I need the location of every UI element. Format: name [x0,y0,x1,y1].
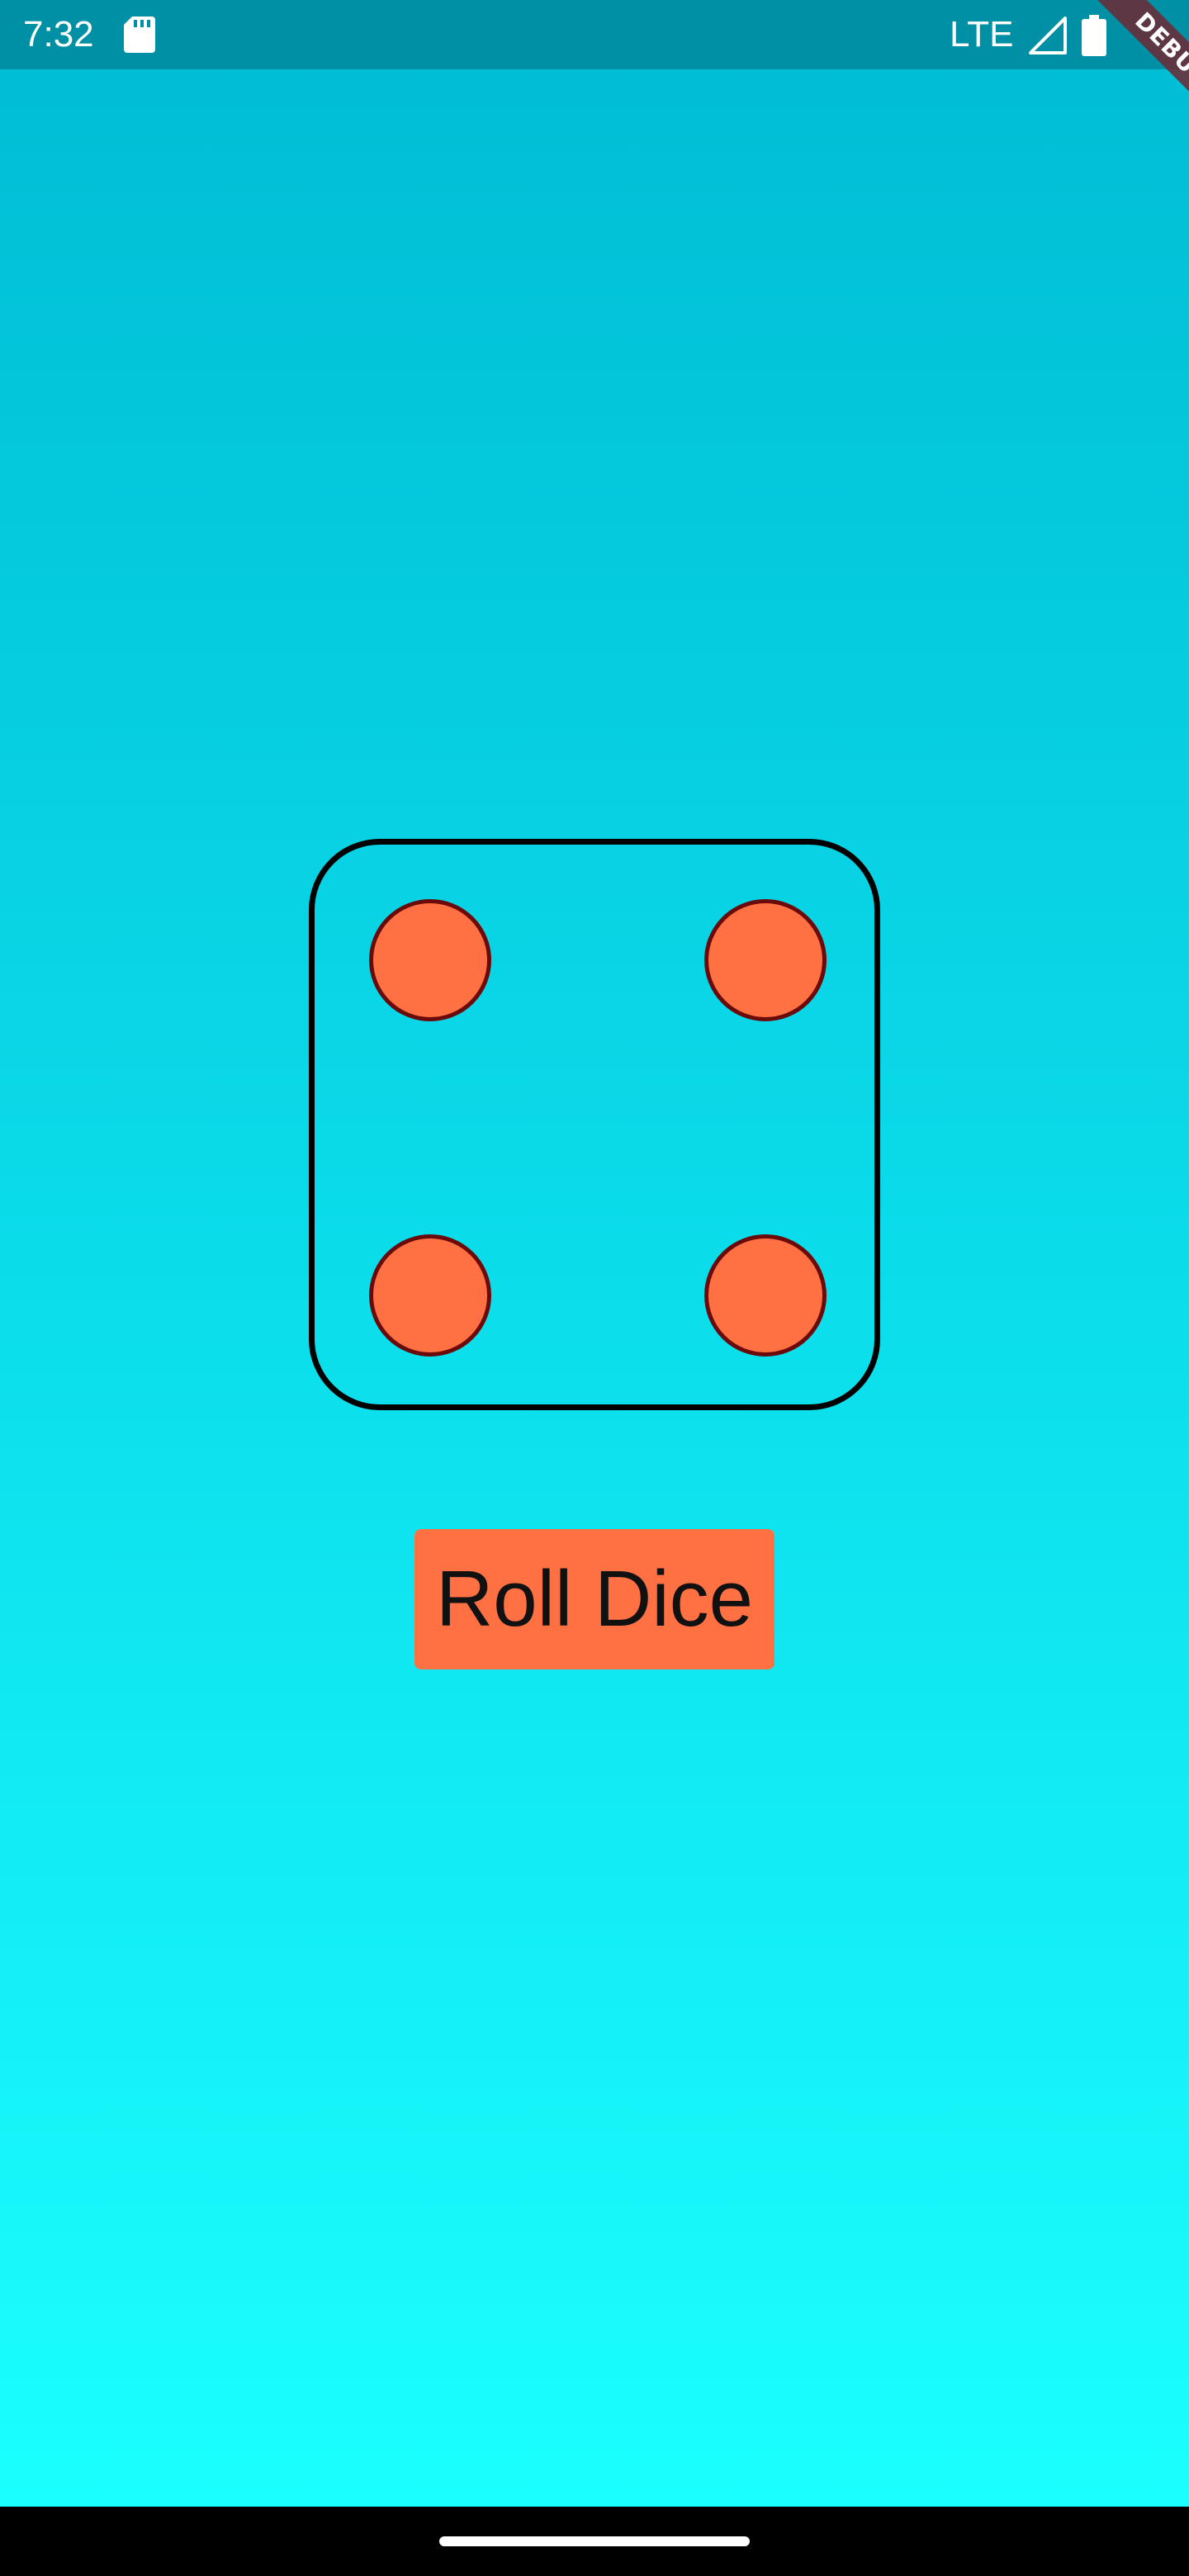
roll-dice-button[interactable]: Roll Dice [414,1529,775,1669]
dice-face [309,839,880,1410]
battery-icon [1082,15,1106,56]
sd-card-icon [124,17,155,53]
status-bar: 7:32 LTE [0,0,1189,69]
signal-icon [1029,17,1067,54]
dice-pip [704,899,827,1021]
network-type-label: LTE [950,14,1014,54]
dice-pip [369,1234,491,1357]
dice-pip [369,899,491,1021]
status-time: 7:32 [23,14,94,54]
dice-pip [704,1234,827,1357]
app-screen: 7:32 LTE DEBUG Roll Dice [0,0,1189,2507]
navigation-bar [0,2507,1189,2576]
home-handle-icon[interactable] [439,2536,750,2546]
